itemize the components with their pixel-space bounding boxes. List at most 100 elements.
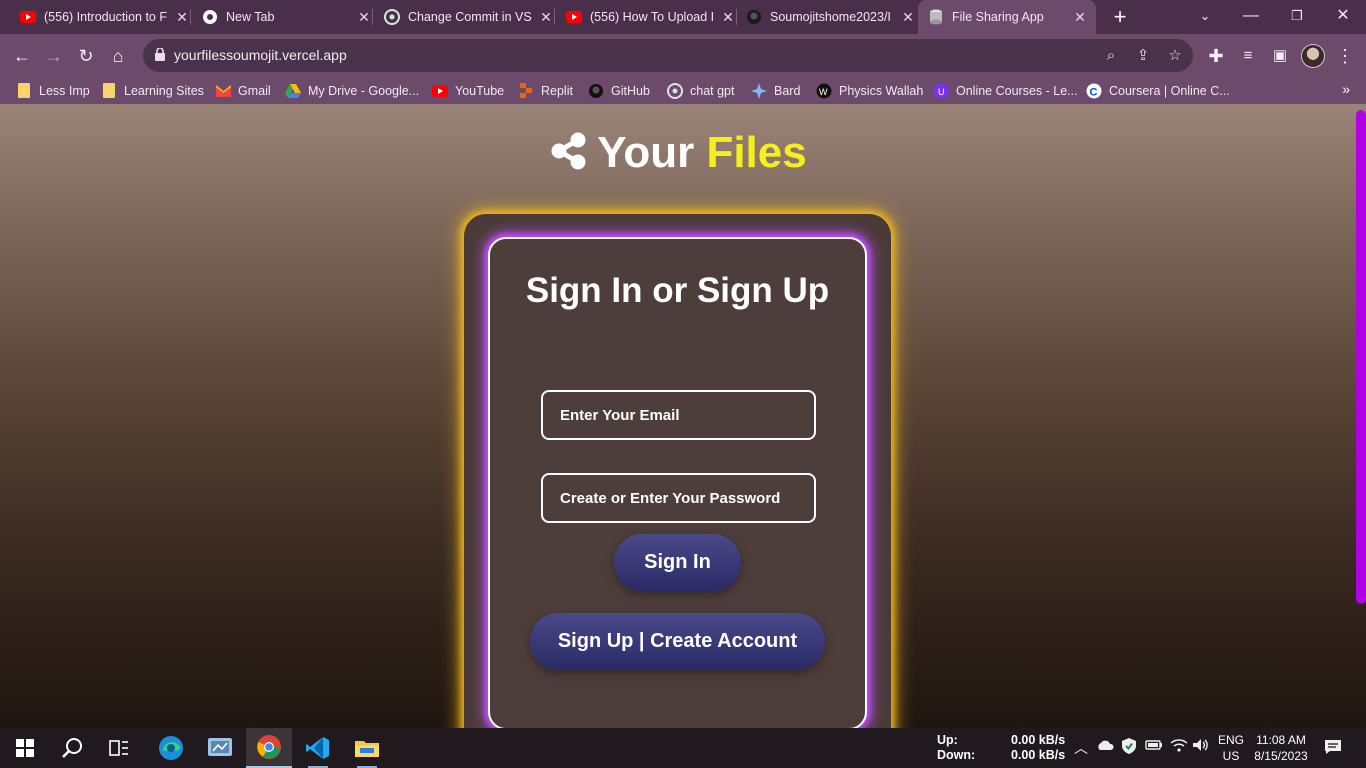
close-icon[interactable]: ✕ [900,9,916,26]
bookmark-chat-gpt[interactable]: chat gpt [667,77,734,104]
bookmark-label: My Drive - Google... [308,83,420,98]
bookmark-replit[interactable]: Replit [518,77,573,104]
chrome-taskbar-icon[interactable] [246,728,292,768]
bookmark-less-imp[interactable]: Less Imp [16,77,90,104]
bookmark-github[interactable]: GitHub [588,77,650,104]
bookmark-learning-sites[interactable]: Learning Sites [101,77,204,104]
tab-strip: (556) Introduction to F ✕ New Tab ✕ Chan… [0,0,1366,34]
tab-github-repo[interactable]: Soumojitshome2023/I ✕ [740,0,916,34]
more-bookmarks-icon[interactable]: » [1342,81,1350,97]
github-icon [746,9,762,25]
youtube-icon [566,9,582,25]
chatgpt-icon [667,82,683,99]
restore-button[interactable]: ❐ [1274,0,1320,34]
bookmark-label: Physics Wallah [839,83,924,98]
tab-search-chevron-icon[interactable]: ⌄ [1182,0,1228,34]
windows-start-icon[interactable] [2,728,48,768]
database-icon [928,9,944,25]
bookmark-star-icon[interactable]: ☆ [1164,45,1186,67]
extensions-icon[interactable]: ✚ [1202,42,1230,70]
drive-icon [285,83,301,99]
tab-introduction[interactable]: (556) Introduction to F ✕ [14,0,191,34]
edge-icon[interactable] [148,728,194,768]
vscode-icon[interactable] [295,728,341,768]
tab-title: Change Commit in VS [408,10,532,24]
language-indicator[interactable]: ENG US [1216,732,1246,764]
wifi-icon[interactable] [1170,738,1188,755]
bookmark-my-drive[interactable]: My Drive - Google... [285,77,419,104]
net-values: 0.00 kB/s 0.00 kB/s [1011,733,1065,763]
menu-icon[interactable]: ⋮ [1331,42,1359,70]
bookmark-physics-wallah[interactable]: W Physics Wallah [816,77,923,104]
bookmark-label: Replit [541,83,573,98]
minimize-button[interactable]: — [1228,0,1274,34]
new-tab-button[interactable]: + [1108,4,1132,30]
svg-text:W: W [819,87,828,97]
sign-in-button[interactable]: Sign In [614,534,741,591]
bookmark-youtube[interactable]: YouTube [432,77,504,104]
file-explorer-icon[interactable] [344,728,390,768]
show-hidden-icons-chevron-icon[interactable]: ︿ [1074,738,1088,758]
avatar[interactable] [1301,44,1325,68]
chrome-icon [202,9,218,25]
control-panel-icon[interactable] [197,728,243,768]
media-queue-icon[interactable]: ≡ [1234,42,1262,70]
system-clock[interactable]: 11:08 AM 8/15/2023 [1252,732,1310,764]
svg-text:C: C [1090,86,1098,98]
tab-title: Soumojitshome2023/I [770,10,891,24]
bookmark-label: Less Imp [39,83,90,98]
volume-icon[interactable] [1192,738,1210,755]
close-icon[interactable]: ✕ [720,9,736,26]
net-labels: Up: Down: [937,733,975,763]
net-down-value: 0.00 kB/s [1011,748,1066,762]
bookmark-bard[interactable]: Bard [751,77,800,104]
tab-title: (556) How To Upload I [590,10,714,24]
email-field[interactable] [541,390,816,440]
bookmark-gmail[interactable]: Gmail [215,77,271,104]
auth-card: Sign In or Sign Up Sign In Sign Up | Cre… [488,237,867,728]
page-viewport: Your Files Sign In or Sign Up Sign In Si… [0,104,1366,728]
share-icon[interactable]: ⇪ [1132,45,1154,67]
tab-how-to-upload[interactable]: (556) How To Upload I ✕ [560,0,737,34]
bookmark-online-courses[interactable]: U Online Courses - Le... [933,77,1078,104]
password-field[interactable] [541,473,816,523]
side-panel-icon[interactable]: ▣ [1266,42,1294,70]
close-icon[interactable]: ✕ [356,9,372,26]
sign-up-button[interactable]: Sign Up | Create Account [530,613,825,670]
pw-icon: W [816,83,832,99]
home-icon[interactable]: ⌂ [104,42,132,70]
forward-icon[interactable]: → [40,42,68,70]
search-icon[interactable] [49,728,95,768]
tab-new-tab[interactable]: New Tab ✕ [196,0,373,34]
bookmark-label: chat gpt [690,83,735,98]
security-shield-icon[interactable] [1122,738,1136,757]
svg-text:U: U [938,87,945,97]
battery-icon[interactable] [1145,738,1163,754]
lock-icon[interactable] [155,47,165,66]
tab-change-commit[interactable]: Change Commit in VS ✕ [378,0,555,34]
bookmark-coursera[interactable]: C Coursera | Online C... [1086,77,1230,104]
tab-title: File Sharing App [952,10,1044,24]
close-icon[interactable]: ✕ [1072,9,1088,26]
reload-icon[interactable]: ↻ [72,42,100,70]
bookmarks-bar: Less Imp Learning Sites Gmail My Drive -… [0,77,1366,104]
close-window-button[interactable]: ✕ [1320,0,1366,34]
net-down-label: Down: [937,748,976,762]
region-code: US [1222,749,1240,763]
coursera-icon: C [1086,83,1102,99]
onedrive-icon[interactable] [1096,738,1114,754]
url-text: yourfilessoumojit.vercel.app [174,47,347,63]
folder-icon [16,83,32,99]
back-icon[interactable]: ← [8,42,36,70]
close-icon[interactable]: ✕ [538,9,554,26]
address-bar[interactable]: yourfilessoumojit.vercel.app ⌕ ⇪ ☆ [143,39,1193,72]
scrollbar-thumb[interactable] [1356,110,1366,604]
close-icon[interactable]: ✕ [174,9,190,26]
notifications-icon[interactable] [1324,739,1342,758]
share-nodes-icon [549,131,589,182]
bookmark-label: GitHub [611,83,650,98]
page-title: Your Files [0,128,1356,182]
tab-file-sharing-app[interactable]: File Sharing App ✕ [918,0,1096,34]
zoom-icon[interactable]: ⌕ [1100,45,1122,67]
task-view-icon[interactable] [96,728,142,768]
